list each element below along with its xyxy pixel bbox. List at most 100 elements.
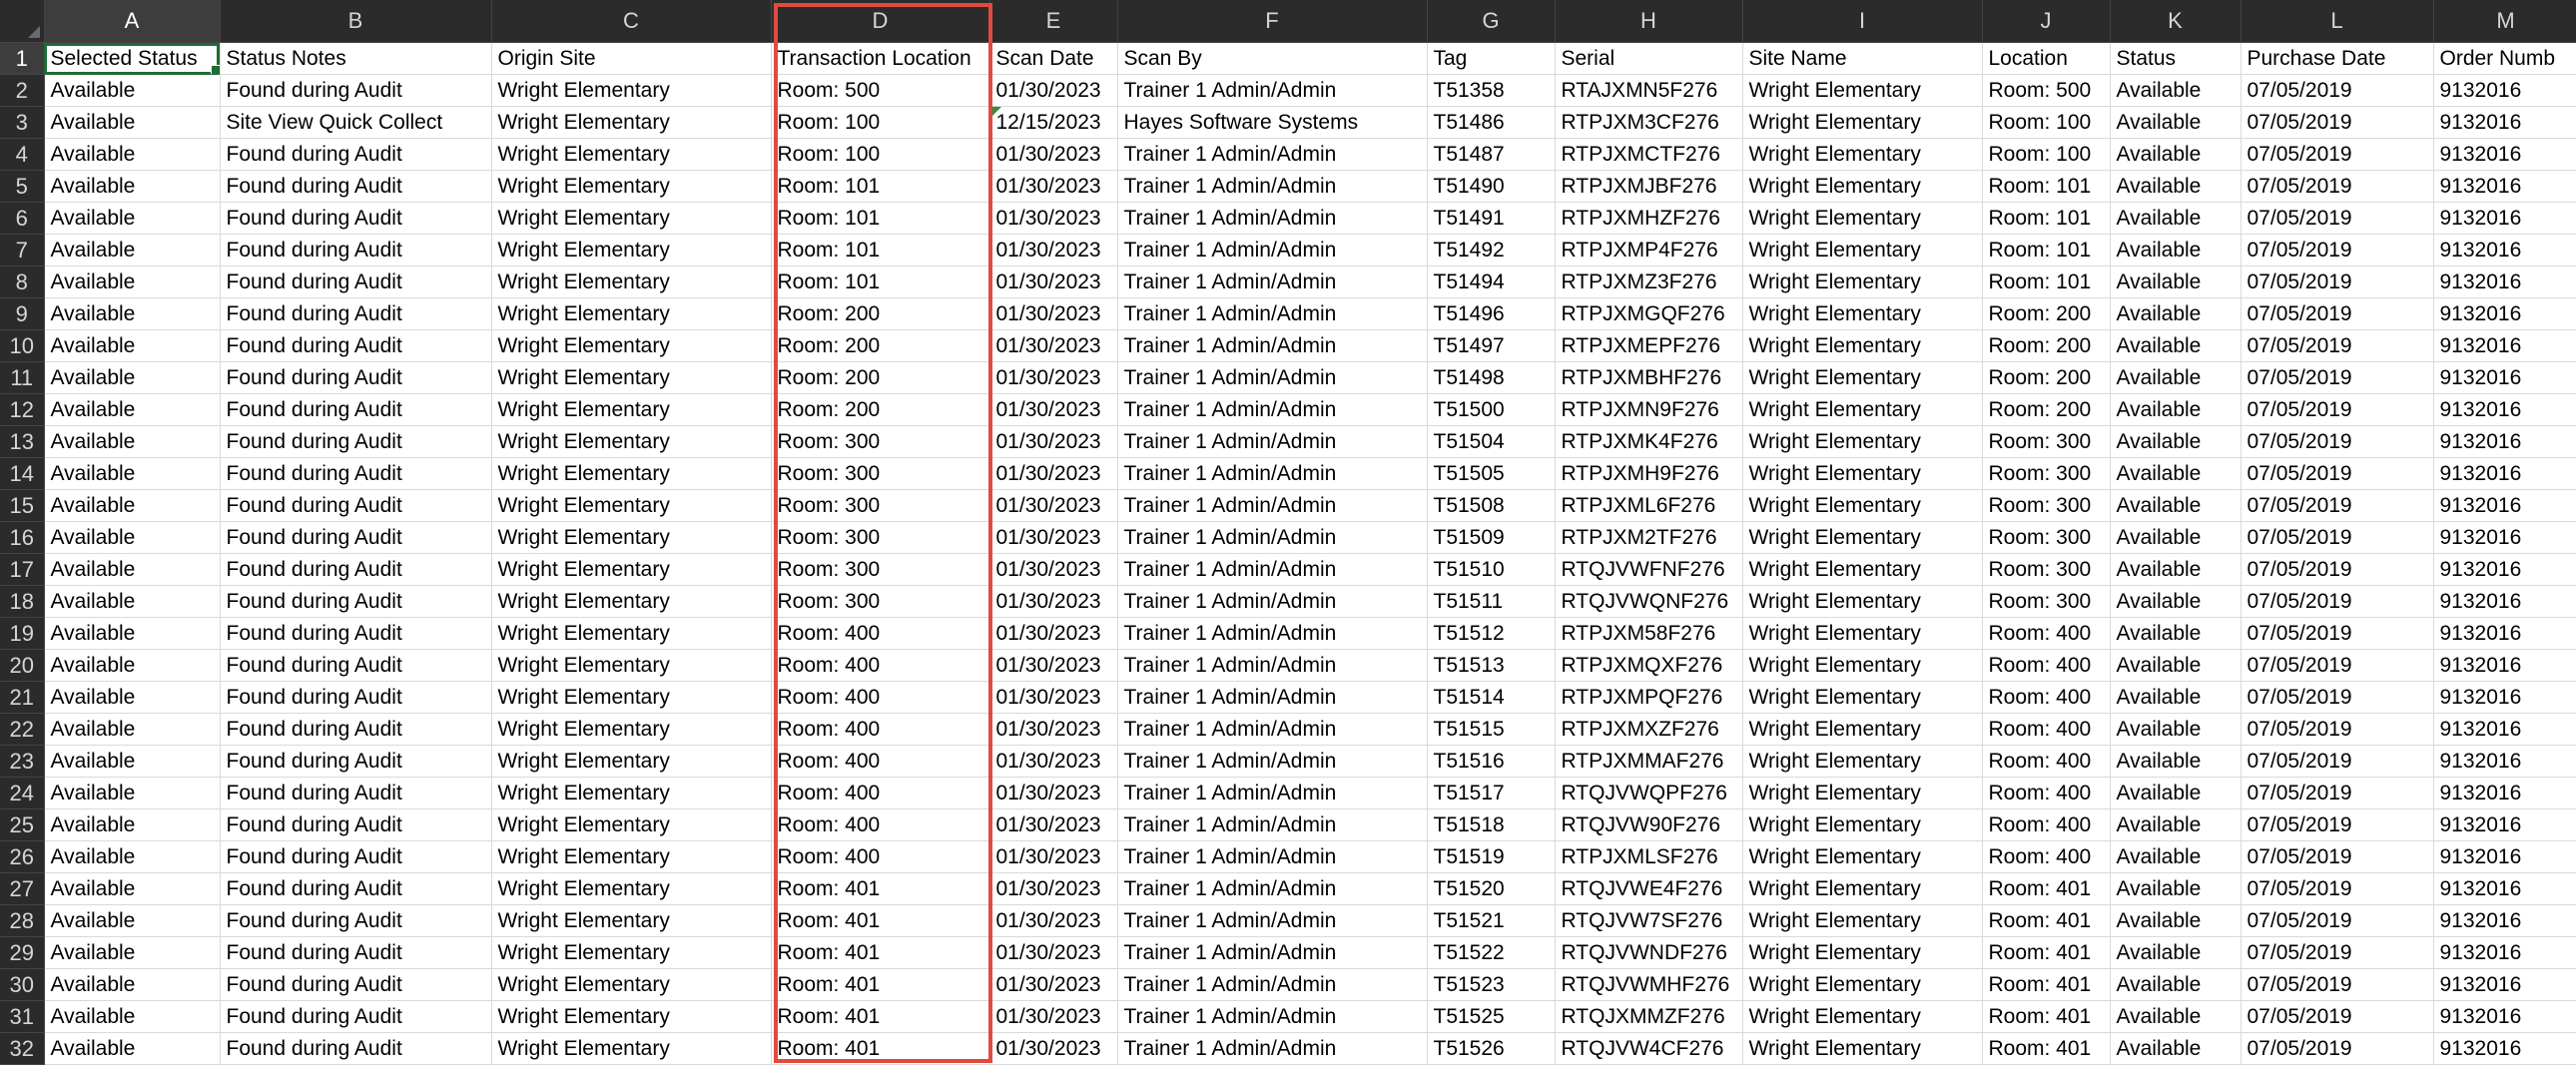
cell-b14[interactable]: Found during Audit (220, 457, 492, 490)
cell-h7[interactable]: RTPJXMP4F276 (1555, 234, 1743, 266)
cell-g15[interactable]: T51508 (1427, 489, 1556, 522)
column-header-c[interactable]: C (491, 0, 772, 43)
cell-m14[interactable]: 9132016 (2433, 457, 2576, 490)
cell-b29[interactable]: Found during Audit (220, 936, 492, 969)
column-header-d[interactable]: D (771, 0, 990, 43)
cell-f2[interactable]: Trainer 1 Admin/Admin (1117, 74, 1428, 107)
cell-b28[interactable]: Found during Audit (220, 904, 492, 937)
cell-h4[interactable]: RTPJXMCTF276 (1555, 138, 1743, 171)
cell-a6[interactable]: Available (44, 202, 221, 235)
cell-g19[interactable]: T51512 (1427, 617, 1556, 650)
column-header-b[interactable]: B (220, 0, 492, 43)
cell-g22[interactable]: T51515 (1427, 713, 1556, 746)
cell-f13[interactable]: Trainer 1 Admin/Admin (1117, 425, 1428, 458)
cell-d22[interactable]: Room: 400 (771, 713, 990, 746)
cell-k24[interactable]: Available (2110, 777, 2242, 809)
cell-f10[interactable]: Trainer 1 Admin/Admin (1117, 329, 1428, 362)
cell-a18[interactable]: Available (44, 585, 221, 618)
cell-h31[interactable]: RTQJXMMZF276 (1555, 1000, 1743, 1033)
row-number[interactable]: 23 (0, 745, 45, 778)
cell-d2[interactable]: Room: 500 (771, 74, 990, 107)
cell-c32[interactable]: Wright Elementary (491, 1032, 772, 1065)
cell-k21[interactable]: Available (2110, 681, 2242, 714)
cell-a2[interactable]: Available (44, 74, 221, 107)
cell-i13[interactable]: Wright Elementary (1742, 425, 1983, 458)
cell-c10[interactable]: Wright Elementary (491, 329, 772, 362)
cell-b19[interactable]: Found during Audit (220, 617, 492, 650)
cell-i8[interactable]: Wright Elementary (1742, 266, 1983, 298)
cell-e1[interactable]: Scan Date (989, 42, 1118, 75)
row-number[interactable]: 4 (0, 138, 45, 171)
cell-k17[interactable]: Available (2110, 553, 2242, 586)
cell-m9[interactable]: 9132016 (2433, 297, 2576, 330)
row-number[interactable]: 15 (0, 489, 45, 522)
cell-a21[interactable]: Available (44, 681, 221, 714)
cell-c31[interactable]: Wright Elementary (491, 1000, 772, 1033)
cell-g32[interactable]: T51526 (1427, 1032, 1556, 1065)
cell-a4[interactable]: Available (44, 138, 221, 171)
cell-f20[interactable]: Trainer 1 Admin/Admin (1117, 649, 1428, 682)
cell-l19[interactable]: 07/05/2019 (2241, 617, 2434, 650)
cell-g11[interactable]: T51498 (1427, 361, 1556, 394)
cell-f26[interactable]: Trainer 1 Admin/Admin (1117, 840, 1428, 873)
cell-k3[interactable]: Available (2110, 106, 2242, 139)
cell-d31[interactable]: Room: 401 (771, 1000, 990, 1033)
cell-d25[interactable]: Room: 400 (771, 808, 990, 841)
cell-j14[interactable]: Room: 300 (1982, 457, 2111, 490)
cell-a16[interactable]: Available (44, 521, 221, 554)
cell-l23[interactable]: 07/05/2019 (2241, 745, 2434, 778)
cell-h8[interactable]: RTPJXMZ3F276 (1555, 266, 1743, 298)
cell-d27[interactable]: Room: 401 (771, 872, 990, 905)
cell-l3[interactable]: 07/05/2019 (2241, 106, 2434, 139)
cell-c25[interactable]: Wright Elementary (491, 808, 772, 841)
cell-f6[interactable]: Trainer 1 Admin/Admin (1117, 202, 1428, 235)
cell-c1[interactable]: Origin Site (491, 42, 772, 75)
cell-f30[interactable]: Trainer 1 Admin/Admin (1117, 968, 1428, 1001)
cell-j26[interactable]: Room: 400 (1982, 840, 2111, 873)
cell-l22[interactable]: 07/05/2019 (2241, 713, 2434, 746)
cell-h12[interactable]: RTPJXMN9F276 (1555, 393, 1743, 426)
cell-e12[interactable]: 01/30/2023 (989, 393, 1118, 426)
cell-k18[interactable]: Available (2110, 585, 2242, 618)
cell-d24[interactable]: Room: 400 (771, 777, 990, 809)
cell-k27[interactable]: Available (2110, 872, 2242, 905)
cell-a20[interactable]: Available (44, 649, 221, 682)
cell-a29[interactable]: Available (44, 936, 221, 969)
cell-i15[interactable]: Wright Elementary (1742, 489, 1983, 522)
cell-m13[interactable]: 9132016 (2433, 425, 2576, 458)
cell-k9[interactable]: Available (2110, 297, 2242, 330)
cell-b3[interactable]: Site View Quick Collect (220, 106, 492, 139)
cell-m8[interactable]: 9132016 (2433, 266, 2576, 298)
cell-m24[interactable]: 9132016 (2433, 777, 2576, 809)
cell-h13[interactable]: RTPJXMK4F276 (1555, 425, 1743, 458)
cell-c7[interactable]: Wright Elementary (491, 234, 772, 266)
cell-e11[interactable]: 01/30/2023 (989, 361, 1118, 394)
cell-g6[interactable]: T51491 (1427, 202, 1556, 235)
row-number[interactable]: 16 (0, 521, 45, 554)
cell-a23[interactable]: Available (44, 745, 221, 778)
cell-g26[interactable]: T51519 (1427, 840, 1556, 873)
cell-m23[interactable]: 9132016 (2433, 745, 2576, 778)
cell-g7[interactable]: T51492 (1427, 234, 1556, 266)
cell-k19[interactable]: Available (2110, 617, 2242, 650)
fill-handle[interactable] (210, 65, 219, 74)
column-header-f[interactable]: F (1117, 0, 1428, 43)
cell-i22[interactable]: Wright Elementary (1742, 713, 1983, 746)
cell-d8[interactable]: Room: 101 (771, 266, 990, 298)
cell-a1[interactable]: Selected Status (44, 42, 221, 75)
cell-a8[interactable]: Available (44, 266, 221, 298)
cell-c27[interactable]: Wright Elementary (491, 872, 772, 905)
cell-l30[interactable]: 07/05/2019 (2241, 968, 2434, 1001)
row-number[interactable]: 28 (0, 904, 45, 937)
cell-m7[interactable]: 9132016 (2433, 234, 2576, 266)
cell-e24[interactable]: 01/30/2023 (989, 777, 1118, 809)
cell-b32[interactable]: Found during Audit (220, 1032, 492, 1065)
cell-a3[interactable]: Available (44, 106, 221, 139)
cell-b22[interactable]: Found during Audit (220, 713, 492, 746)
cell-i29[interactable]: Wright Elementary (1742, 936, 1983, 969)
row-number[interactable]: 7 (0, 234, 45, 266)
cell-b21[interactable]: Found during Audit (220, 681, 492, 714)
cell-m31[interactable]: 9132016 (2433, 1000, 2576, 1033)
cell-h23[interactable]: RTPJXMMAF276 (1555, 745, 1743, 778)
cell-g24[interactable]: T51517 (1427, 777, 1556, 809)
